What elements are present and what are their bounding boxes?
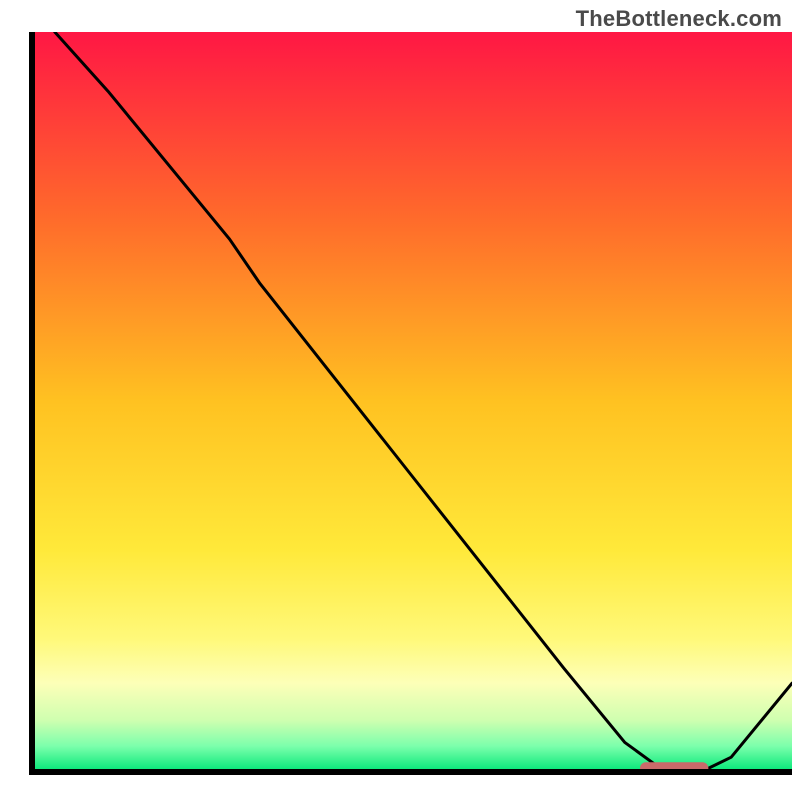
gradient-background: [32, 32, 792, 772]
chart-frame: TheBottleneck.com: [0, 0, 800, 800]
bottleneck-chart: [0, 0, 800, 800]
plot-area: [32, 32, 792, 774]
